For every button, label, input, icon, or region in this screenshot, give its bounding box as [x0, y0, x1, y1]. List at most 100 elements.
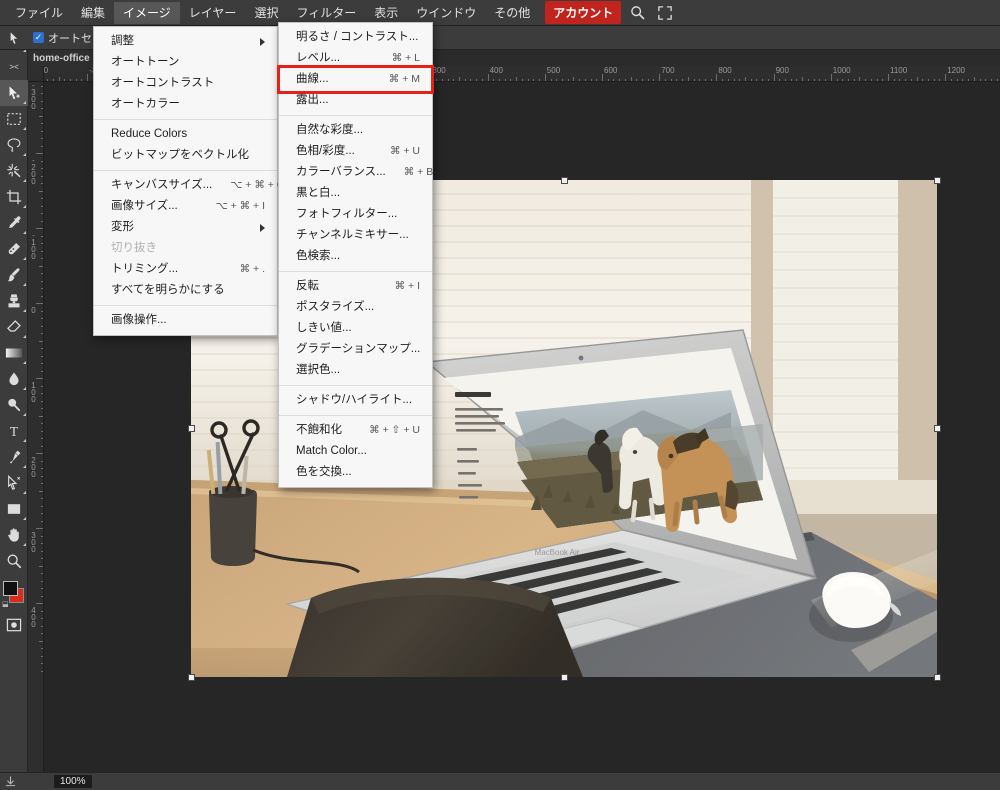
menu-image-dropdown[interactable]: 調整 オートトーン オートコントラスト オートカラー Reduce Colors ビットマ… — [93, 26, 284, 336]
menubar-item-file[interactable]: ファイル — [6, 2, 72, 24]
image-menu-item-11[interactable]: すべてを明らかにする — [94, 280, 277, 301]
artboard-tool[interactable]: >< — [0, 54, 28, 80]
lasso-tool[interactable] — [0, 132, 28, 158]
selection-handle-bottom-center[interactable] — [561, 674, 568, 681]
pen-tool[interactable] — [0, 444, 28, 470]
adjust-menu-item-12[interactable]: ポスタライズ... — [279, 297, 432, 318]
image-menu-item-8[interactable]: 変形 — [94, 217, 277, 238]
image-menu-item-5[interactable]: ビットマップをベクトル化 — [94, 145, 277, 166]
image-menu-item-6[interactable]: キャンバスサイズ... ⌥ + ⌘ + C — [94, 175, 284, 196]
adjust-menu-item-11[interactable]: 反転 ⌘ + I — [279, 276, 432, 297]
ruler-v-tick — [40, 648, 43, 649]
adjust-menu-item-8[interactable]: フォトフィルター... — [279, 204, 432, 225]
clone-stamp-tool[interactable] — [0, 288, 28, 314]
image-menu-item-label: Reduce Colors — [111, 128, 188, 140]
color-swatches[interactable]: ⬓ — [0, 578, 28, 608]
crop-tool[interactable] — [0, 184, 28, 210]
adjust-menu-item-19[interactable]: 色を交換... — [279, 462, 432, 483]
adjust-menu-item-2[interactable]: 曲線... ⌘ + M — [279, 69, 432, 90]
fit-screen-icon[interactable] — [0, 773, 20, 790]
auto-select-checkbox[interactable] — [33, 32, 44, 43]
ruler-h-tick — [819, 78, 821, 81]
ruler-corner[interactable] — [28, 66, 44, 82]
ruler-v-tick — [36, 453, 43, 454]
gradient-tool[interactable] — [0, 340, 28, 366]
eraser-tool[interactable] — [0, 314, 28, 340]
healing-brush-tool[interactable] — [0, 236, 28, 262]
adjust-menu-item-6[interactable]: カラーバランス... ⌘ + B — [279, 162, 433, 183]
fullscreen-icon[interactable] — [653, 3, 677, 23]
selection-handle-top-center[interactable] — [561, 177, 568, 184]
magic-wand-tool[interactable] — [0, 158, 28, 184]
foreground-color-swatch[interactable] — [3, 581, 18, 596]
menubar-item-window[interactable]: ウインドウ — [407, 2, 485, 24]
menu-adjustments-submenu[interactable]: 明るさ / コントラスト... レベル... ⌘ + L 曲線... ⌘ + M 露出..… — [278, 22, 433, 488]
adjust-menu-item-4[interactable]: 自然な彩度... — [279, 120, 432, 141]
menubar-item-edit[interactable]: 編集 — [72, 2, 114, 24]
ruler-v-tick — [36, 303, 43, 304]
adjust-menu-item-15[interactable]: 選択色... — [279, 360, 432, 381]
search-icon[interactable] — [625, 3, 649, 23]
adjust-menu-item-5[interactable]: 色相/彩度... ⌘ + U — [279, 141, 432, 162]
adjust-menu-item-1[interactable]: レベル... ⌘ + L — [279, 48, 432, 69]
menubar-item-layer[interactable]: レイヤー — [180, 2, 246, 24]
menubar-item-view[interactable]: 表示 — [365, 2, 407, 24]
ruler-v-tick — [40, 573, 43, 574]
selection-handle-top-right[interactable] — [934, 177, 941, 184]
brush-tool[interactable] — [0, 262, 28, 288]
adjust-menu-item-16[interactable]: シャドウ/ハイライト... — [279, 390, 432, 411]
hand-tool[interactable] — [0, 522, 28, 548]
ruler-h-tick — [699, 78, 701, 81]
ruler-h-tick — [70, 78, 72, 81]
vertical-ruler[interactable]: -300 -200 -100 0 100 200 300 400 — [28, 82, 44, 772]
image-menu-item-3[interactable]: オートカラー — [94, 94, 277, 115]
ruler-v-tick — [40, 588, 43, 589]
eyedropper-tool[interactable] — [0, 210, 28, 236]
status-bar: 100% — [0, 772, 1000, 790]
ruler-h-tick — [830, 74, 832, 81]
selection-handle-bottom-right[interactable] — [934, 674, 941, 681]
current-tool-icon[interactable] — [0, 26, 30, 50]
account-button[interactable]: アカウント — [545, 1, 622, 24]
zoom-level-indicator[interactable]: 100% — [54, 775, 92, 788]
adjust-menu-item-3[interactable]: 露出... — [279, 90, 432, 111]
selection-tool[interactable] — [0, 80, 28, 106]
adjust-menu-item-17[interactable]: 不飽和化 ⌘ + ⇧ + U — [279, 420, 432, 441]
adjust-menu-item-14[interactable]: グラデーションマップ... — [279, 339, 432, 360]
quick-mask-tool[interactable] — [0, 612, 28, 638]
image-menu-item-4[interactable]: Reduce Colors — [94, 124, 277, 145]
ruler-h-tick — [796, 78, 798, 81]
adjust-menu-item-18[interactable]: Match Color... — [279, 441, 432, 462]
path-selection-tool[interactable] — [0, 470, 28, 496]
blur-tool[interactable] — [0, 366, 28, 392]
adjust-menu-item-13[interactable]: しきい値... — [279, 318, 432, 339]
reset-colors-icon[interactable]: ⬓ — [2, 600, 9, 608]
image-menu-item-0[interactable]: 調整 — [94, 31, 277, 52]
adjust-menu-item-7[interactable]: 黒と白... — [279, 183, 432, 204]
adjust-menu-item-shortcut: ⌘ + I — [394, 280, 420, 292]
image-menu-item-7[interactable]: 画像サイズ... ⌥ + ⌘ + I — [94, 196, 277, 217]
ruler-h-tick — [647, 78, 649, 81]
text-tool[interactable]: T — [0, 418, 28, 444]
selection-handle-middle-right[interactable] — [934, 425, 941, 432]
image-menu-item-2[interactable]: オートコントラスト — [94, 73, 277, 94]
menubar-item-filter[interactable]: フィルター — [287, 2, 365, 24]
image-menu-item-1[interactable]: オートトーン — [94, 52, 277, 73]
ruler-v-tick — [40, 468, 43, 469]
adjust-menu-item-0[interactable]: 明るさ / コントラスト... — [279, 27, 432, 48]
zoom-tool[interactable] — [0, 548, 28, 574]
marquee-tool[interactable] — [0, 106, 28, 132]
image-menu-item-12[interactable]: 画像操作... — [94, 310, 277, 331]
menubar-item-other[interactable]: その他 — [485, 2, 539, 24]
dodge-tool[interactable] — [0, 392, 28, 418]
tool-corner-marker — [23, 205, 26, 208]
adjust-menu-item-10[interactable]: 色検索... — [279, 246, 432, 267]
menubar-item-image[interactable]: イメージ — [114, 1, 180, 24]
selection-handle-bottom-left[interactable] — [188, 674, 195, 681]
menubar-item-select[interactable]: 選択 — [245, 2, 287, 24]
shape-tool[interactable] — [0, 496, 28, 522]
image-menu-item-10[interactable]: トリミング... ⌘ + . — [94, 259, 277, 280]
adjust-menu-item-9[interactable]: チャンネルミキサー... — [279, 225, 432, 246]
ruler-v-label: 300 — [29, 531, 38, 552]
selection-handle-middle-left[interactable] — [188, 425, 195, 432]
